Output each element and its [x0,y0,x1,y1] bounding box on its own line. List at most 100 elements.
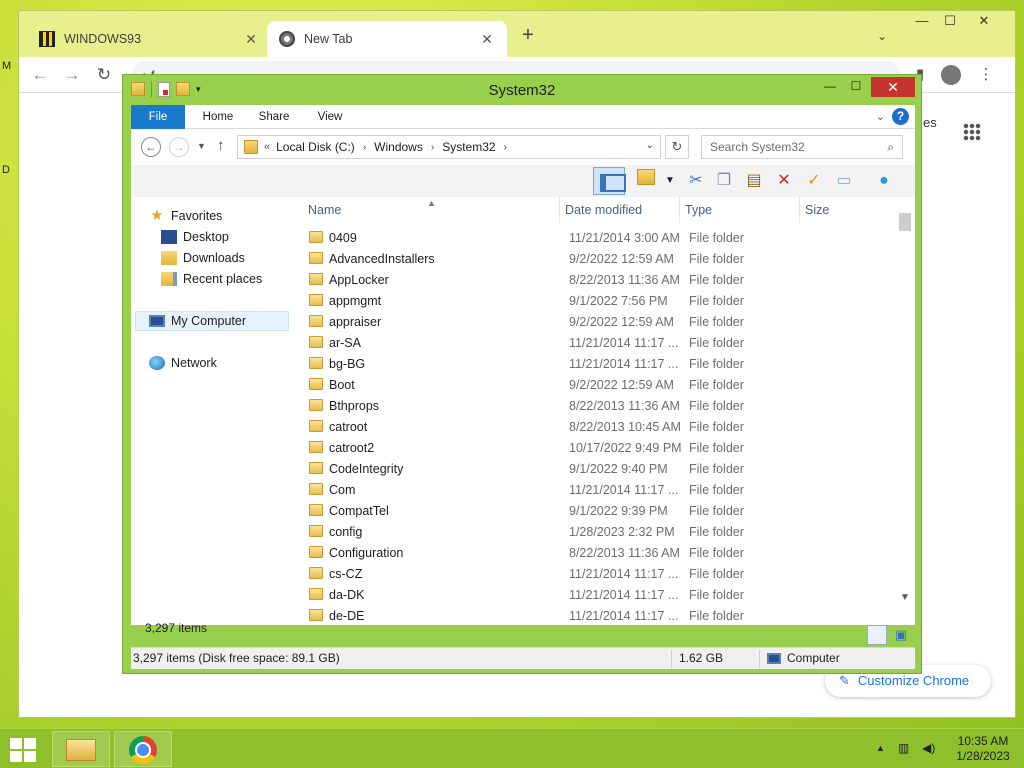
table-row[interactable]: ar-SA 11/21/2014 11:17 ... File folder [303,332,893,353]
refresh-icon[interactable]: ↻ [665,135,689,159]
breadcrumb-chevron-icon[interactable]: › [363,142,366,153]
table-row[interactable]: AppLocker 8/22/2013 11:36 AM File folder [303,269,893,290]
column-header-date[interactable]: Date modified [559,197,679,223]
chrome-close-button[interactable]: ✕ [969,13,999,29]
network-tray-icon[interactable]: ▥ [898,741,909,755]
table-row[interactable]: bg-BG 11/21/2014 11:17 ... File folder [303,353,893,374]
ntp-images-link[interactable]: es [923,115,937,130]
paste-icon[interactable]: ▤ [741,169,767,193]
nav-my-computer[interactable]: My Computer [149,314,246,328]
table-row[interactable]: Com 11/21/2014 11:17 ... File folder [303,479,893,500]
scroll-down-icon[interactable]: ▼ [900,592,910,603]
table-row[interactable]: de-DE 11/21/2014 11:17 ... File folder [303,605,893,626]
back-button[interactable]: ← [29,65,51,85]
reload-button[interactable]: ↻ [93,65,115,85]
table-row[interactable]: Bthprops 8/22/2013 11:36 AM File folder [303,395,893,416]
close-tab-icon[interactable]: ✕ [243,31,259,48]
file-date: 11/21/2014 11:17 ... [569,336,679,350]
breadcrumb-chevron-icon[interactable]: › [504,142,507,153]
file-name: AdvancedInstallers [329,252,435,266]
views-icon[interactable] [593,167,626,195]
file-date: 9/2/2022 12:59 AM [569,378,674,392]
breadcrumb-chevron-icon[interactable]: › [431,142,434,153]
address-bar[interactable]: « Local Disk (C:) › Windows › System32 ›… [237,135,661,159]
tab-windows93[interactable]: WINDOWS93 ✕ [27,21,271,57]
tab-file[interactable]: File [131,105,185,129]
table-row[interactable]: catroot 8/22/2013 10:45 AM File folder [303,416,893,437]
tab-view[interactable]: View [307,105,353,129]
table-row[interactable]: appraiser 9/2/2022 12:59 AM File folder [303,311,893,332]
nav-desktop[interactable]: Desktop [161,230,229,244]
table-row[interactable]: cs-CZ 11/21/2014 11:17 ... File folder [303,563,893,584]
chrome-minimize-button[interactable]: — [907,13,937,28]
delete-icon[interactable]: ✕ [771,169,797,193]
forward-icon[interactable]: → [169,137,189,157]
nav-downloads[interactable]: Downloads [161,251,245,265]
table-row[interactable]: appmgmt 9/1/2022 7:56 PM File folder [303,290,893,311]
forward-button[interactable]: → [61,65,83,85]
cut-icon[interactable]: ✂ [683,169,709,193]
details-view-icon[interactable] [867,625,887,645]
file-type: File folder [689,273,744,287]
scroll-thumb[interactable] [899,213,911,231]
desktop-label-d: D [2,164,10,176]
breadcrumb-windows[interactable]: Windows [374,140,423,154]
file-date: 11/21/2014 3:00 AM [569,231,680,245]
table-row[interactable]: config 1/28/2023 2:32 PM File folder [303,521,893,542]
table-row[interactable]: CompatTel 9/1/2022 9:39 PM File folder [303,500,893,521]
search-input[interactable]: Search System32 ⌕ [701,135,903,159]
table-row[interactable]: 0409 11/21/2014 3:00 AM File folder [303,227,893,248]
profile-avatar[interactable] [941,65,961,85]
folder-options-icon[interactable] [633,169,659,193]
globe-icon[interactable]: ● [871,169,897,193]
minimize-button[interactable]: — [817,79,843,97]
close-tab-icon[interactable]: ✕ [479,31,495,48]
table-row[interactable]: da-DK 11/21/2014 11:17 ... File folder [303,584,893,605]
file-type: File folder [689,588,744,602]
nav-network[interactable]: Network [149,356,217,370]
recent-locations-icon[interactable]: ▼ [197,141,206,151]
breadcrumb-overflow[interactable]: « [264,141,270,153]
taskbar-file-explorer[interactable] [52,731,110,767]
close-button[interactable]: ✕ [871,77,915,97]
maximize-button[interactable]: ☐ [843,79,869,97]
help-icon[interactable]: ? [892,108,909,125]
views-dropdown-icon[interactable]: ▼ [657,169,683,193]
vertical-scrollbar[interactable]: ▼ [897,209,913,603]
column-header-type[interactable]: Type [679,197,799,223]
check-icon[interactable]: ✓ [801,169,827,193]
rename-icon[interactable]: ▭ [831,169,857,193]
file-name: appraiser [329,315,382,329]
tab-home[interactable]: Home [193,105,243,129]
show-hidden-icons-icon[interactable]: ▲ [876,743,885,753]
volume-icon[interactable]: ◀) [922,741,935,755]
copy-icon[interactable]: ❐ [711,169,737,193]
tab-share[interactable]: Share [249,105,299,129]
nav-favorites[interactable]: ★ Favorites [149,208,222,223]
new-tab-button[interactable]: + [517,25,539,47]
column-header-name[interactable]: ▲ Name [303,197,563,223]
expand-ribbon-icon[interactable]: ⌄ [876,110,885,123]
nav-recent-places[interactable]: Recent places [161,272,262,286]
chrome-menu-icon[interactable]: ⋮ [975,65,997,83]
back-icon[interactable]: ← [141,137,161,157]
up-icon[interactable]: ↑ [217,137,225,154]
breadcrumb-local-disk[interactable]: Local Disk (C:) [276,140,355,154]
chrome-maximize-button[interactable]: ☐ [935,13,965,29]
clock[interactable]: 10:35 AM 1/28/2023 [950,734,1016,764]
large-icons-view-icon[interactable]: ▣ [891,625,911,645]
apps-grid-icon[interactable] [963,123,981,141]
tab-new-tab[interactable]: New Tab ✕ [267,21,507,57]
table-row[interactable]: Configuration 8/22/2013 11:36 AM File fold… [303,542,893,563]
taskbar-chrome[interactable] [114,731,172,767]
table-row[interactable]: Boot 9/2/2022 12:59 AM File folder [303,374,893,395]
table-row[interactable]: AdvancedInstallers 9/2/2022 12:59 AM File … [303,248,893,269]
table-row[interactable]: CodeIntegrity 9/1/2022 9:40 PM File folder [303,458,893,479]
column-header-size[interactable]: Size [799,197,879,223]
explorer-titlebar[interactable]: ▾ System32 — ☐ ✕ [123,75,921,105]
table-row[interactable]: catroot2 10/17/2022 9:49 PM File folder [303,437,893,458]
tab-search-button[interactable]: ⌄ [877,29,887,43]
start-button[interactable] [10,738,38,762]
address-dropdown-icon[interactable]: ⌄ [646,140,654,151]
breadcrumb-system32[interactable]: System32 [442,140,495,154]
